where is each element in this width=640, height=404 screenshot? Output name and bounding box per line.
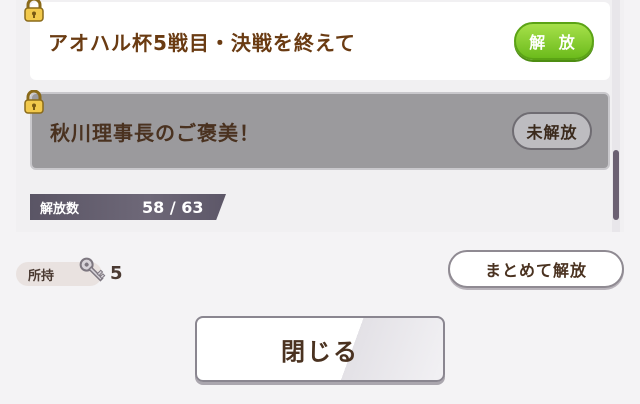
lock-icon [24,0,44,22]
key-icon [79,257,106,282]
scrollbar-thumb[interactable] [613,150,619,220]
locked-status-button[interactable]: 未解放 [512,112,592,150]
lock-icon [24,90,44,114]
story-title: アオハル杯5戦目・決戦を終えて [48,30,356,55]
unlock-count-value: 58 / 63 [142,197,204,217]
story-card-locked: 秋川理事長のご褒美！ 未解放 [30,92,610,170]
unlock-count-bar: 解放数 58 / 63 [30,194,226,220]
owned-label: 所持 [28,268,55,284]
unlock-count-label: 解放数 [40,201,80,217]
unlock-button[interactable]: 解 放 [514,22,594,60]
close-button[interactable]: 閉じる [195,316,445,382]
bulk-unlock-button[interactable]: まとめて解放 [448,250,624,288]
story-card-unlockable: アオハル杯5戦目・決戦を終えて 解 放 [30,2,610,80]
owned-count: 5 [110,263,123,284]
story-title: 秋川理事長のご褒美！ [50,120,260,145]
owned-items-badge: 所持 [16,257,106,286]
